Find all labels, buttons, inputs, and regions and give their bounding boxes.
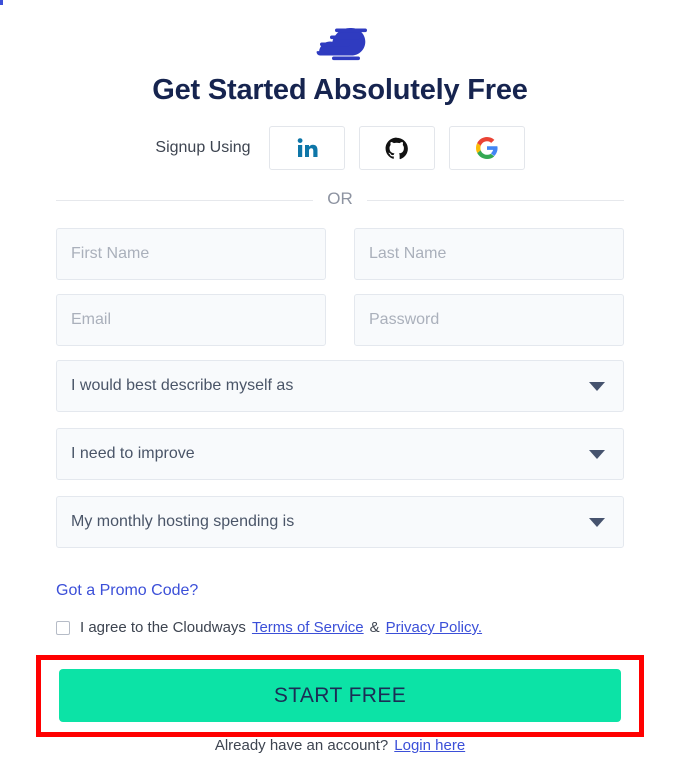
need-to-improve-select[interactable]: I need to improve (56, 428, 624, 480)
terms-checkbox[interactable] (56, 620, 70, 635)
promo-code-link[interactable]: Got a Promo Code? (56, 582, 198, 600)
chevron-down-icon (589, 382, 605, 391)
linkedin-icon (297, 138, 318, 157)
monthly-spending-value: My monthly hosting spending is (71, 513, 295, 530)
password-input[interactable]: Password (354, 294, 624, 346)
signup-form: First Name Last Name Email Password I wo… (56, 210, 624, 636)
chevron-down-icon (589, 450, 605, 459)
privacy-policy-link[interactable]: Privacy Policy. (386, 619, 482, 636)
login-prompt-text: Already have an account? (214, 737, 389, 754)
last-name-input[interactable]: Last Name (354, 228, 624, 280)
divider-label: OR (327, 189, 353, 208)
social-signup-label: Signup Using (155, 139, 251, 156)
first-name-input[interactable]: First Name (56, 228, 326, 280)
page-title: Get Started Absolutely Free (152, 74, 528, 106)
google-icon (475, 137, 498, 159)
corner-artifact (0, 0, 3, 5)
divider-line-left (56, 199, 314, 201)
or-divider: OR (56, 189, 624, 210)
terms-of-service-link[interactable]: Terms of Service (252, 619, 364, 636)
login-here-link[interactable]: Login here (388, 737, 465, 754)
start-free-button[interactable]: START FREE (59, 669, 621, 722)
signup-google-button[interactable] (448, 126, 525, 170)
credentials-row: Email Password (56, 294, 624, 346)
terms-agreement-row: I agree to the Cloudways Terms of Servic… (56, 619, 624, 636)
divider-line-right (366, 199, 624, 201)
terms-text: I agree to the Cloudways (80, 619, 246, 636)
email-input[interactable]: Email (56, 294, 326, 346)
describe-myself-select[interactable]: I would best describe myself as (56, 360, 624, 412)
chevron-down-icon (589, 518, 605, 527)
terms-separator: & (369, 619, 380, 636)
signup-linkedin-button[interactable] (268, 126, 345, 170)
cloudways-cloud-logo (316, 27, 367, 61)
monthly-spending-select[interactable]: My monthly hosting spending is (56, 496, 624, 548)
login-footer: Already have an account? Login here (0, 737, 680, 754)
signup-page: Get Started Absolutely Free Signup Using (0, 0, 680, 778)
social-signup-row: Signup Using (0, 126, 680, 170)
signup-github-button[interactable] (358, 126, 435, 170)
brand-logo (0, 0, 680, 70)
github-icon (385, 137, 408, 159)
need-to-improve-value: I need to improve (71, 445, 195, 462)
describe-myself-value: I would best describe myself as (71, 377, 294, 394)
name-row: First Name Last Name (56, 228, 624, 280)
